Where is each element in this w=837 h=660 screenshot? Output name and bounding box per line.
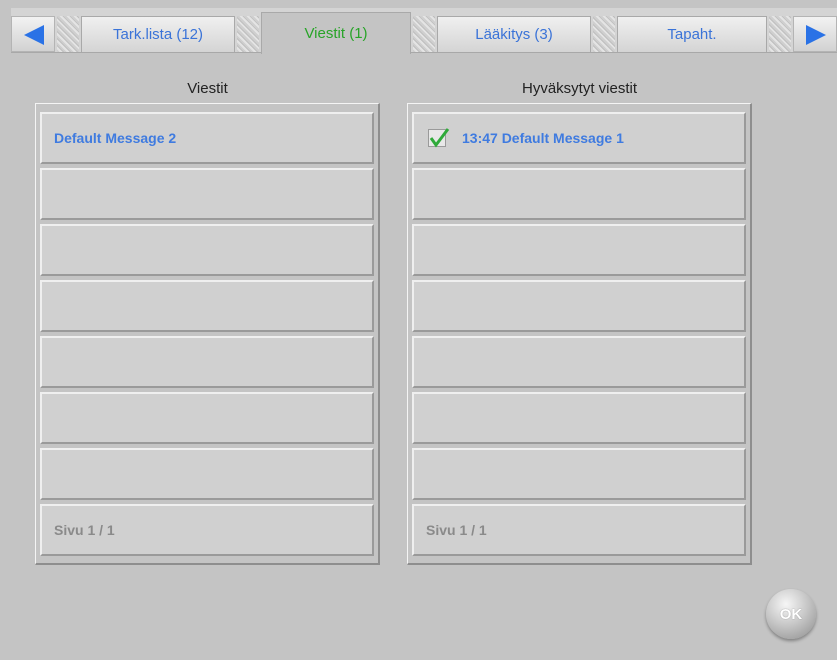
approved-page-indicator: Sivu 1 / 1 [412, 504, 746, 556]
message-item[interactable] [40, 168, 374, 220]
approved-messages-panel: 13:47 Default Message 1 Sivu 1 / 1 [407, 103, 752, 565]
right-arrow-icon [806, 25, 826, 45]
tab-separator [57, 16, 79, 52]
prev-tab-button[interactable] [11, 16, 55, 52]
message-item[interactable] [40, 392, 374, 444]
approved-message-item[interactable] [412, 168, 746, 220]
approved-message-item[interactable] [412, 224, 746, 276]
message-item[interactable] [40, 448, 374, 500]
messages-title: Viestit [187, 80, 228, 97]
messages-page-indicator: Sivu 1 / 1 [40, 504, 374, 556]
app-window: Tark.lista (12) Viestit (1) Lääkitys (3)… [0, 0, 837, 660]
message-item[interactable] [40, 224, 374, 276]
approved-message-item[interactable] [412, 280, 746, 332]
ok-button[interactable]: OK [766, 589, 816, 639]
checkmark-icon [429, 128, 450, 148]
tab-separator [413, 16, 435, 52]
messages-panel: Default Message 2 Sivu 1 / 1 [35, 103, 380, 565]
approved-message-item[interactable] [412, 336, 746, 388]
message-item[interactable] [40, 336, 374, 388]
tab-checklist[interactable]: Tark.lista (12) [81, 16, 235, 52]
next-tab-button[interactable] [793, 16, 837, 52]
tab-separator [593, 16, 615, 52]
approved-message-item[interactable] [412, 392, 746, 444]
tab-messages[interactable]: Viestit (1) [261, 12, 411, 54]
approved-message-item[interactable] [412, 448, 746, 500]
message-item[interactable] [40, 280, 374, 332]
tab-separator [237, 16, 259, 52]
approved-checkbox[interactable] [428, 128, 450, 148]
tab-events[interactable]: Tapaht. [617, 16, 767, 52]
approved-messages-title: Hyväksytyt viestit [521, 80, 638, 97]
tab-medication[interactable]: Lääkitys (3) [437, 16, 591, 52]
tab-bar: Tark.lista (12) Viestit (1) Lääkitys (3)… [11, 8, 837, 54]
approved-message-item[interactable]: 13:47 Default Message 1 [412, 112, 746, 164]
approved-message-label: 13:47 Default Message 1 [462, 130, 624, 146]
left-arrow-icon [24, 25, 44, 45]
tab-separator [769, 16, 791, 52]
message-item[interactable]: Default Message 2 [40, 112, 374, 164]
